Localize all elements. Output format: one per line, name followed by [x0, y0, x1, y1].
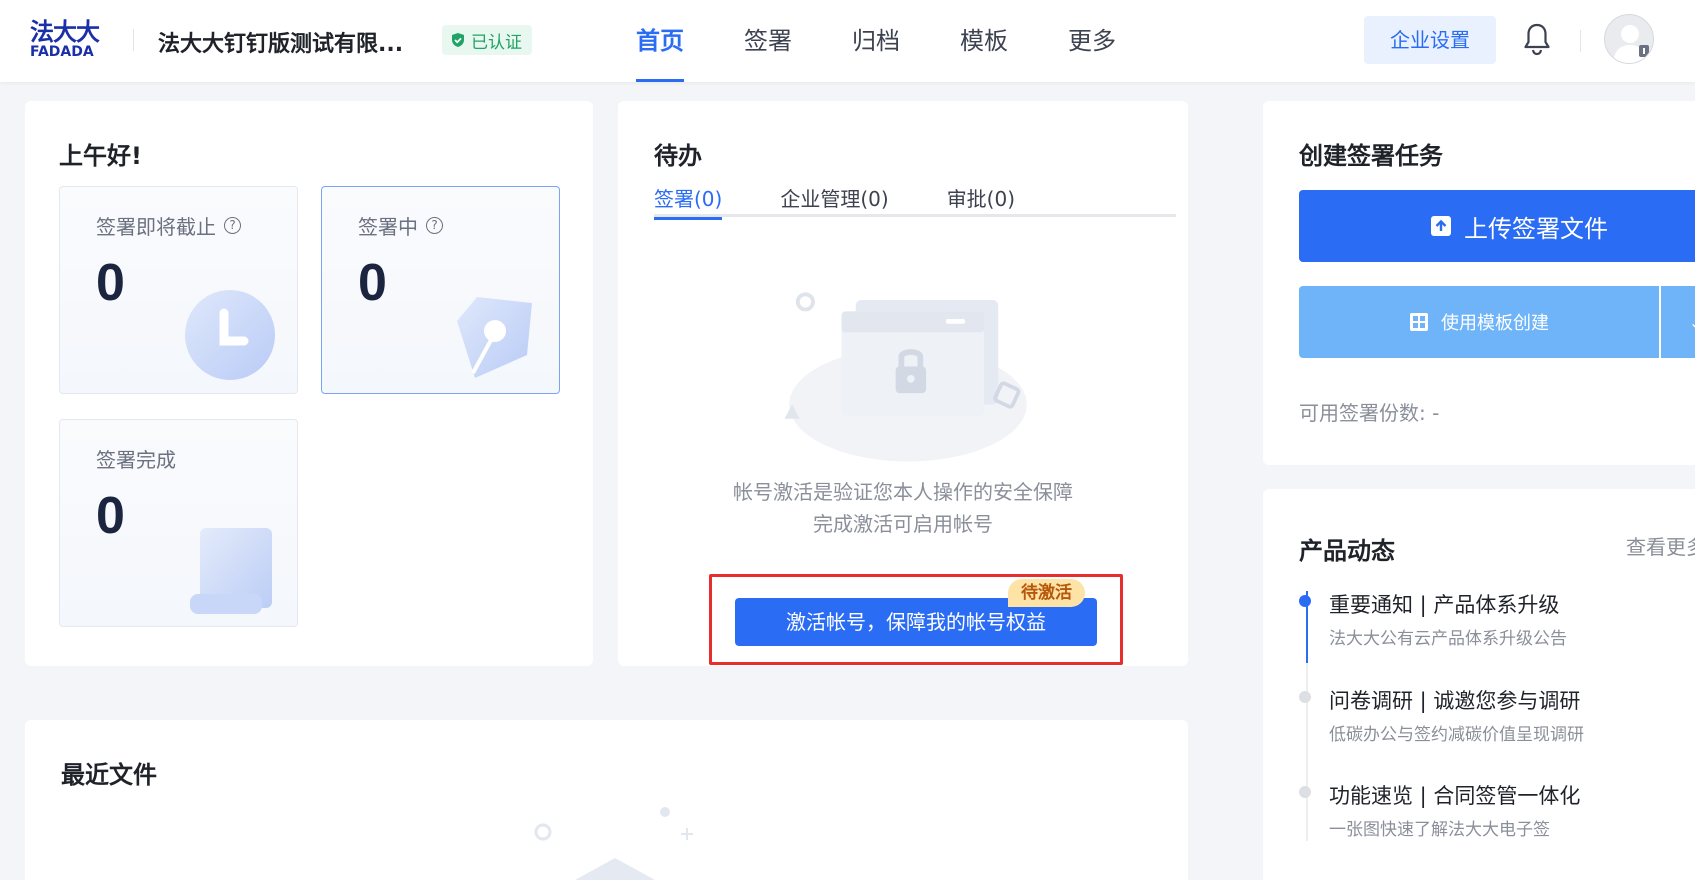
- upload-file-label: 上传签署文件: [1464, 214, 1608, 243]
- available-sign-count: 可用签署份数: -: [1299, 401, 1440, 425]
- product-news-card: 产品动态 查看更多 重要通知 | 产品体系升级 法大大公有云产品体系升级公告 问…: [1263, 489, 1695, 880]
- recent-files-card: 最近文件: [25, 720, 1188, 880]
- news-item-title: 功能速览 | 合同签管一体化: [1329, 784, 1581, 808]
- enterprise-settings-button[interactable]: 企业设置: [1364, 16, 1496, 64]
- stat-signing[interactable]: 签署中 ? 0: [321, 186, 560, 394]
- tab-approval[interactable]: 审批(0): [947, 183, 1015, 217]
- certified-label: 已认证: [471, 32, 522, 53]
- tab-sign[interactable]: 签署(0): [654, 183, 723, 220]
- locked-window-illustration: [784, 292, 1027, 462]
- view-more-link[interactable]: 查看更多: [1626, 531, 1695, 560]
- create-task-card: 创建签署任务 上传签署文件 使用模板创建 ⌄ 可用签署份数: -: [1263, 101, 1695, 465]
- template-create-label: 使用模板创建: [1441, 313, 1549, 334]
- document-scroll-icon: [190, 528, 272, 614]
- news-item-subtitle: 低碳办公与签约减碳价值呈现调研: [1329, 725, 1584, 745]
- template-icon: [1410, 313, 1428, 331]
- todo-title: 待办: [654, 142, 702, 170]
- stat-deadline[interactable]: 签署即将截止 ? 0: [59, 186, 298, 394]
- stat-signing-label: 签署中 ?: [358, 211, 443, 240]
- bell-icon[interactable]: [1522, 22, 1552, 56]
- template-create-button[interactable]: 使用模板创建: [1299, 286, 1659, 358]
- stat-deadline-text: 签署即将截止: [96, 215, 216, 239]
- todo-card: 待办 签署(0) 企业管理(0) 审批(0) 帐号激活是验证您本人操作的安全保障…: [618, 101, 1188, 666]
- stat-signing-value: 0: [358, 254, 387, 312]
- stat-deadline-label: 签署即将截止 ?: [96, 211, 241, 240]
- user-avatar[interactable]: [1604, 14, 1654, 64]
- logo-cn-text: 法大大: [30, 18, 100, 46]
- pending-activation-badge: 待激活: [1008, 579, 1085, 607]
- todo-tabs: 签署(0) 企业管理(0) 审批(0): [654, 183, 1176, 220]
- upload-icon: [1431, 216, 1451, 236]
- recent-files-title: 最近文件: [61, 761, 157, 789]
- upload-file-button[interactable]: 上传签署文件: [1299, 190, 1695, 262]
- stat-signing-text: 签署中: [358, 215, 418, 239]
- news-item-subtitle: 法大大公有云产品体系升级公告: [1329, 629, 1567, 649]
- empty-text-line2: 完成激活可启用帐号: [813, 512, 993, 536]
- empty-files-illustration: [534, 807, 693, 880]
- pen-nib-icon: [457, 297, 532, 378]
- chevron-down-icon: ⌄: [1689, 313, 1695, 332]
- clock-icon: [185, 290, 275, 380]
- stat-deadline-value: 0: [96, 254, 125, 312]
- tab-enterprise-management[interactable]: 企业管理(0): [780, 183, 888, 217]
- stat-completed-label: 签署完成: [96, 444, 176, 473]
- template-dropdown-button[interactable]: ⌄: [1661, 286, 1695, 358]
- header-divider-2: [1580, 30, 1581, 52]
- nav-sign[interactable]: 签署: [744, 0, 792, 82]
- fadada-logo[interactable]: 法大大 FADADA: [30, 20, 106, 60]
- logo-en-text: FADADA: [30, 44, 94, 60]
- stat-completed-text: 签署完成: [96, 448, 176, 472]
- help-icon[interactable]: ?: [224, 217, 241, 234]
- news-item-subtitle: 一张图快速了解法大大电子签: [1329, 820, 1550, 840]
- news-item-title: 重要通知 | 产品体系升级: [1329, 593, 1560, 617]
- timeline-dot: [1299, 595, 1311, 607]
- stat-completed[interactable]: 签署完成 0: [59, 419, 298, 627]
- nav-archive[interactable]: 归档: [852, 0, 900, 82]
- create-task-title: 创建签署任务: [1299, 142, 1443, 170]
- stat-completed-value: 0: [96, 487, 125, 545]
- company-name[interactable]: 法大大钉钉版测试有限...: [158, 26, 403, 58]
- nav-more[interactable]: 更多: [1068, 0, 1116, 82]
- empty-text-line1: 帐号激活是验证您本人操作的安全保障: [733, 480, 1073, 504]
- nav-home[interactable]: 首页: [636, 0, 684, 82]
- main-nav: 首页 签署 归档 模板 更多: [636, 0, 1116, 82]
- greeting-title: 上午好!: [59, 142, 142, 170]
- top-header: 法大大 FADADA 法大大钉钉版测试有限... 已认证 首页 签署 归档 模板…: [0, 0, 1695, 82]
- timeline-dot: [1299, 691, 1311, 703]
- certified-badge: 已认证: [442, 25, 532, 55]
- nav-template[interactable]: 模板: [960, 0, 1008, 82]
- avatar-icon: [1613, 25, 1649, 63]
- news-item-title: 问卷调研 | 诚邀您参与调研: [1329, 689, 1581, 713]
- greeting-card: 上午好! 签署即将截止 ? 0 签署中 ? 0 签署完成 0: [25, 101, 593, 666]
- product-news-title: 产品动态: [1299, 537, 1395, 565]
- timeline-dot: [1299, 786, 1311, 798]
- shield-check-icon: [452, 33, 464, 47]
- header-divider: [133, 29, 134, 51]
- help-icon[interactable]: ?: [426, 217, 443, 234]
